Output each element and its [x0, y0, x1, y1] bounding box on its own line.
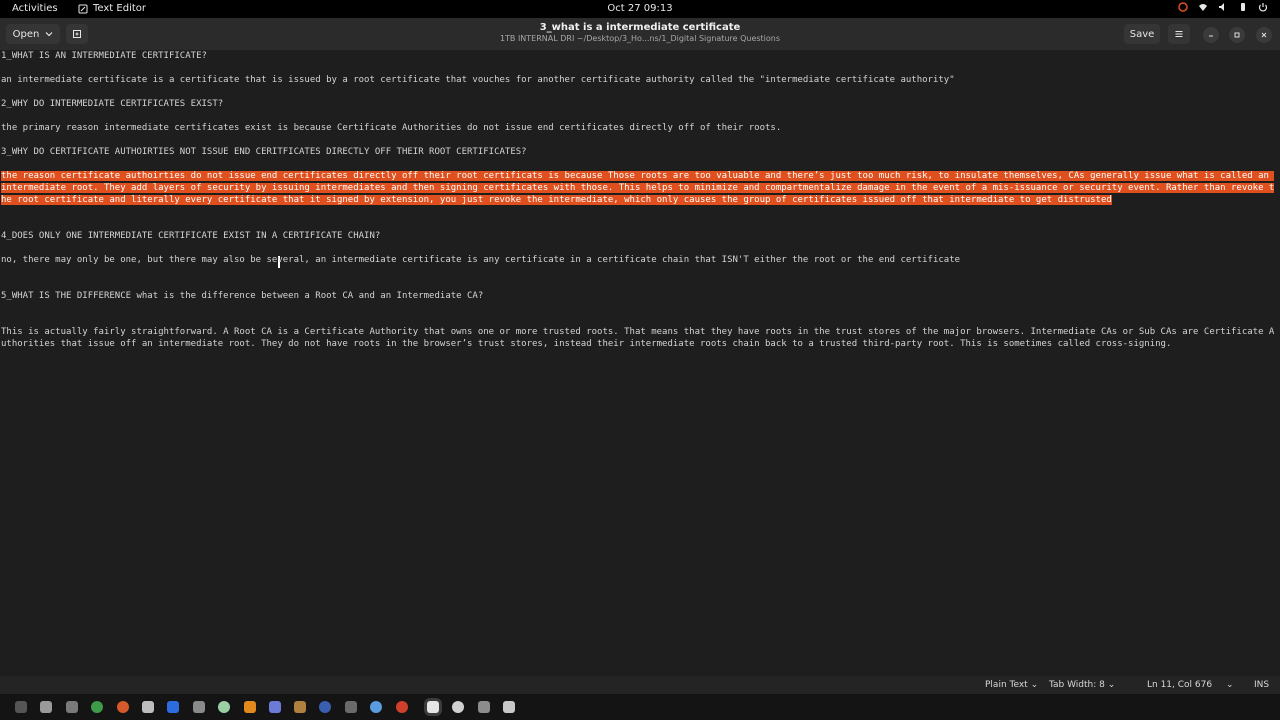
main-menu-button[interactable] — [1168, 24, 1190, 44]
activities-button[interactable]: Activities — [12, 3, 58, 14]
app-icon[interactable] — [452, 701, 464, 713]
language-label: Plain Text — [985, 680, 1028, 690]
battery-icon[interactable] — [1238, 2, 1248, 12]
chrome-app-icon[interactable] — [91, 701, 103, 713]
vscode-app-icon[interactable] — [167, 701, 179, 713]
app-icon[interactable] — [294, 701, 306, 713]
text-line-answer-1[interactable]: an intermediate certificate is a certifi… — [1, 74, 1279, 86]
save-button[interactable]: Save — [1124, 24, 1160, 44]
updates-icon[interactable] — [1178, 2, 1188, 12]
taskbar — [0, 694, 1280, 720]
app-icon[interactable] — [319, 701, 331, 713]
app-menu[interactable]: Text Editor — [78, 3, 146, 14]
hamburger-menu-icon — [1175, 31, 1183, 37]
text-editor-area[interactable]: 1_WHAT IS AN INTERMEDIATE CERTIFICATE? a… — [0, 50, 1280, 676]
system-tray[interactable] — [1178, 2, 1268, 12]
document-path: 1TB INTERNAL DRI ~/Desktop/3_Ho...ns/1_D… — [499, 34, 781, 43]
app-icon[interactable] — [478, 701, 490, 713]
firefox-app-icon[interactable] — [117, 701, 129, 713]
document-title: 3_what is a intermediate certificate — [539, 22, 741, 33]
vlc-app-icon[interactable] — [244, 701, 256, 713]
cursor-position[interactable]: Ln 11, Col 676 — [1147, 680, 1212, 690]
terminal-app-icon[interactable] — [15, 701, 27, 713]
tab-width-selector[interactable]: Tab Width: 8 ⌄ — [1049, 680, 1115, 690]
volume-icon[interactable] — [1218, 2, 1228, 12]
wifi-icon[interactable] — [1198, 2, 1208, 12]
text-line-answer-4[interactable]: no, there may only be one, but there may… — [1, 254, 1279, 266]
text-line-heading-3[interactable]: 3_WHY DO CERTIFICATE AUTHOIRTIES NOT ISS… — [1, 146, 1279, 158]
maximize-icon — [1234, 32, 1240, 38]
language-selector[interactable]: Plain Text ⌄ — [985, 680, 1038, 690]
text-line-heading-1[interactable]: 1_WHAT IS AN INTERMEDIATE CERTIFICATE? — [1, 50, 1279, 62]
app-icon[interactable] — [345, 701, 357, 713]
close-icon — [1261, 32, 1267, 38]
app-name-label: Text Editor — [93, 3, 146, 14]
text-line-heading-5[interactable]: 5_WHAT IS THE DIFFERENCE what is the dif… — [1, 290, 1279, 302]
minimize-icon — [1209, 35, 1213, 37]
tab-width-label: Tab Width: 8 — [1049, 680, 1105, 690]
text-line-answer-2[interactable]: the primary reason intermediate certific… — [1, 122, 1279, 134]
text-editor-app-icon[interactable] — [427, 701, 439, 713]
text-line-heading-4[interactable]: 4_DOES ONLY ONE INTERMEDIATE CERTIFICATE… — [1, 230, 1279, 242]
text-line-answer-5[interactable]: This is actually fairly straightforward.… — [1, 326, 1279, 350]
insert-mode-indicator: INS — [1254, 680, 1270, 690]
files-app-icon[interactable] — [40, 701, 52, 713]
system-top-bar: Activities Text Editor Oct 27 09:13 — [0, 0, 1280, 18]
minimize-button[interactable] — [1203, 27, 1219, 43]
app-icon[interactable] — [218, 701, 230, 713]
maximize-button[interactable] — [1229, 27, 1245, 43]
text-line-answer-3-selected[interactable]: the reason certificate authoirties do no… — [1, 170, 1279, 206]
app-icon[interactable] — [269, 701, 281, 713]
settings-app-icon[interactable] — [142, 701, 154, 713]
app-icon[interactable] — [193, 701, 205, 713]
chat-app-icon[interactable] — [370, 701, 382, 713]
text-line-heading-2[interactable]: 2_WHY DO INTERMEDIATE CERTIFICATES EXIST… — [1, 98, 1279, 110]
app-icon[interactable] — [396, 701, 408, 713]
status-bar: Plain Text ⌄ Tab Width: 8 ⌄ Ln 11, Col 6… — [0, 676, 1280, 694]
close-button[interactable] — [1256, 27, 1272, 43]
app-icon[interactable] — [503, 701, 515, 713]
selected-text[interactable]: the reason certificate authoirties do no… — [1, 171, 1275, 205]
archive-app-icon[interactable] — [66, 701, 78, 713]
clock[interactable]: Oct 27 09:13 — [607, 3, 672, 14]
chevron-down-icon[interactable]: ⌄ — [1226, 680, 1234, 690]
window-header-bar: Open 3_what is a intermediate certificat… — [0, 18, 1280, 51]
text-editor-icon — [78, 4, 88, 13]
power-menu-icon[interactable] — [1258, 2, 1268, 12]
